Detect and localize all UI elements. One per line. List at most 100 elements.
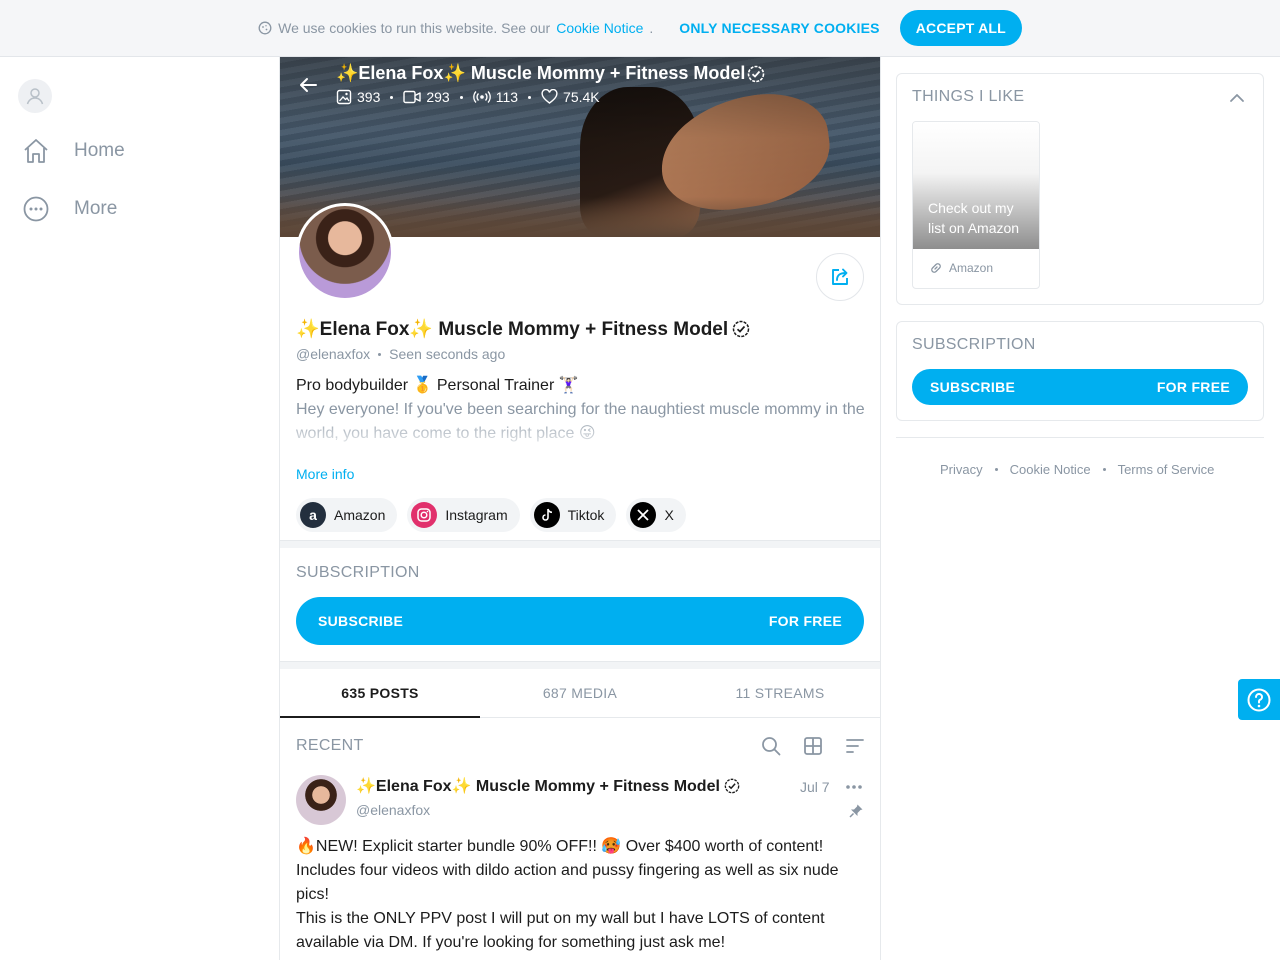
tab-media[interactable]: 687 MEDIA [480, 669, 680, 717]
social-amazon-label: Amazon [334, 507, 386, 523]
heart-icon [541, 89, 558, 104]
footer-privacy-link[interactable]: Privacy [940, 462, 983, 477]
footer-separator [994, 468, 998, 471]
amazon-icon: a [300, 502, 326, 528]
post-body: 🔥NEW! Explicit starter bundle 90% OFF!! … [296, 835, 866, 955]
subscribe-price: FOR FREE [768, 613, 842, 629]
amazon-tile-image: Check out my list on Amazon [913, 122, 1039, 249]
amazon-tile-text: Check out my list on Amazon [928, 200, 1020, 236]
stat-separator [390, 95, 394, 99]
social-instagram[interactable]: Instagram [407, 498, 520, 532]
nav-item-more[interactable]: More [22, 195, 117, 223]
footer-separator [1102, 468, 1106, 471]
post-author[interactable]: ✨Elena Fox✨ Muscle Mommy + Fitness Model [356, 776, 740, 796]
chevron-up-icon[interactable] [1227, 88, 1247, 108]
post-body-line-2: Includes four videos with dildo action a… [296, 862, 839, 903]
social-amazon[interactable]: a Amazon [296, 498, 398, 532]
sidebar-subscription-title: SUBSCRIPTION [912, 336, 1036, 353]
stat-separator [459, 95, 463, 99]
sidebar-subscribe-button[interactable]: SUBSCRIBE FOR FREE [912, 369, 1248, 405]
cookie-link-suffix: . [649, 20, 654, 36]
x-icon [630, 502, 657, 528]
social-links: a Amazon Instagram Tiktok X [296, 498, 686, 532]
footer-cookie-notice-link[interactable]: Cookie Notice [1010, 462, 1091, 477]
bio-line-1: Pro bodybuilder 🥇 Personal Trainer 🏋🏻‍♀️ [296, 377, 579, 394]
sidebar-subscribe-price: FOR FREE [1156, 379, 1230, 395]
user-avatar[interactable] [18, 79, 52, 113]
nav-home-label: Home [74, 140, 125, 161]
instagram-icon [411, 502, 438, 528]
cookie-banner: We use cookies to run this website. See … [0, 0, 1280, 57]
grid-icon[interactable] [802, 735, 824, 757]
verified-icon [732, 320, 750, 338]
cookie-text: We use cookies to run this website. See … [278, 20, 551, 36]
social-tiktok[interactable]: Tiktok [529, 498, 617, 532]
social-instagram-label: Instagram [445, 507, 508, 523]
post-body-line-3: This is the ONLY PPV post I will put on … [296, 910, 825, 951]
help-button[interactable] [1238, 679, 1280, 720]
post-date: Jul 7 [800, 779, 830, 795]
nav-item-home[interactable]: Home [22, 137, 125, 165]
broadcast-icon [472, 91, 491, 103]
verified-icon [724, 778, 740, 794]
bio-collapsed: Hey everyone! If you've been searching f… [296, 398, 866, 454]
social-x-label: X [664, 507, 674, 523]
amazon-tile-link: Amazon [913, 249, 1039, 275]
tab-posts[interactable]: 635 POSTS [280, 669, 480, 718]
cookie-message: We use cookies to run this website. See … [258, 20, 653, 36]
tiktok-icon [533, 502, 560, 528]
stat-videos: 293 [403, 89, 450, 105]
stat-streams-count: 113 [495, 89, 519, 105]
banner-stats: 393 293 113 75.4K [336, 89, 600, 105]
share-button[interactable] [816, 253, 864, 301]
more-circle-icon [23, 196, 49, 222]
image-icon [336, 89, 352, 105]
back-arrow-icon[interactable] [296, 73, 320, 97]
things-i-like-title: THINGS I LIKE [912, 88, 1025, 105]
subscribe-button[interactable]: SUBSCRIBE FOR FREE [296, 597, 864, 645]
banner-title: ✨Elena Fox✨ Muscle Mommy + Fitness Model [336, 63, 765, 84]
cookie-notice-link[interactable]: Cookie Notice [556, 20, 643, 36]
accept-all-button[interactable]: ACCEPT ALL [899, 10, 1022, 46]
profile-meta: @elenaxfox Seen seconds ago [296, 346, 505, 362]
stat-photos-count: 393 [357, 89, 381, 105]
seen-value: seconds ago [425, 346, 506, 362]
post-author-name: ✨Elena Fox✨ Muscle Mommy + Fitness Model [356, 778, 720, 795]
social-x[interactable]: X [626, 498, 686, 532]
post-avatar[interactable] [296, 775, 346, 825]
tab-streams[interactable]: 11 STREAMS [680, 669, 880, 717]
profile-handle: @elenaxfox [296, 346, 371, 362]
sidebar-subscribe-label: SUBSCRIBE [930, 379, 1016, 395]
share-icon [832, 268, 848, 285]
content-tabs: 635 POSTS 687 MEDIA 11 STREAMS [280, 669, 880, 718]
more-info-link[interactable]: More info [296, 466, 354, 482]
profile-main: ✨Elena Fox✨ Muscle Mommy + Fitness Model… [279, 57, 881, 960]
cookie-icon [258, 21, 272, 35]
profile-avatar[interactable] [296, 203, 394, 301]
stat-photos: 393 [336, 89, 380, 105]
social-tiktok-label: Tiktok [567, 507, 605, 523]
post-handle[interactable]: @elenaxfox [356, 802, 430, 818]
recent-title: RECENT [296, 737, 364, 754]
right-divider [896, 437, 1264, 438]
only-necessary-cookies-button[interactable]: ONLY NECESSARY COOKIES [679, 20, 879, 36]
stat-videos-count: 293 [426, 89, 450, 105]
stat-streams: 113 [472, 89, 519, 105]
stat-likes: 75.4K [541, 89, 600, 105]
subscribe-label: SUBSCRIBE [318, 613, 404, 629]
verified-icon [748, 65, 765, 82]
home-icon [24, 139, 48, 163]
footer-terms-link[interactable]: Terms of Service [1118, 462, 1215, 477]
post-body-line-1: 🔥NEW! Explicit starter bundle 90% OFF!! … [296, 838, 824, 855]
footer-links: Privacy Cookie Notice Terms of Service [940, 462, 1214, 477]
search-icon[interactable] [760, 735, 782, 757]
meta-separator [378, 352, 382, 356]
banner-title-text: ✨Elena Fox✨ Muscle Mommy + Fitness Model [336, 63, 746, 83]
subscription-title: SUBSCRIPTION [296, 564, 420, 581]
profile-name-text: ✨Elena Fox✨ Muscle Mommy + Fitness Model [296, 319, 729, 340]
more-options-icon[interactable] [844, 777, 864, 797]
amazon-list-tile[interactable]: Check out my list on Amazon Amazon [912, 121, 1040, 289]
sort-icon[interactable] [844, 735, 866, 757]
amazon-link-label: Amazon [949, 261, 994, 275]
video-icon [403, 90, 422, 104]
